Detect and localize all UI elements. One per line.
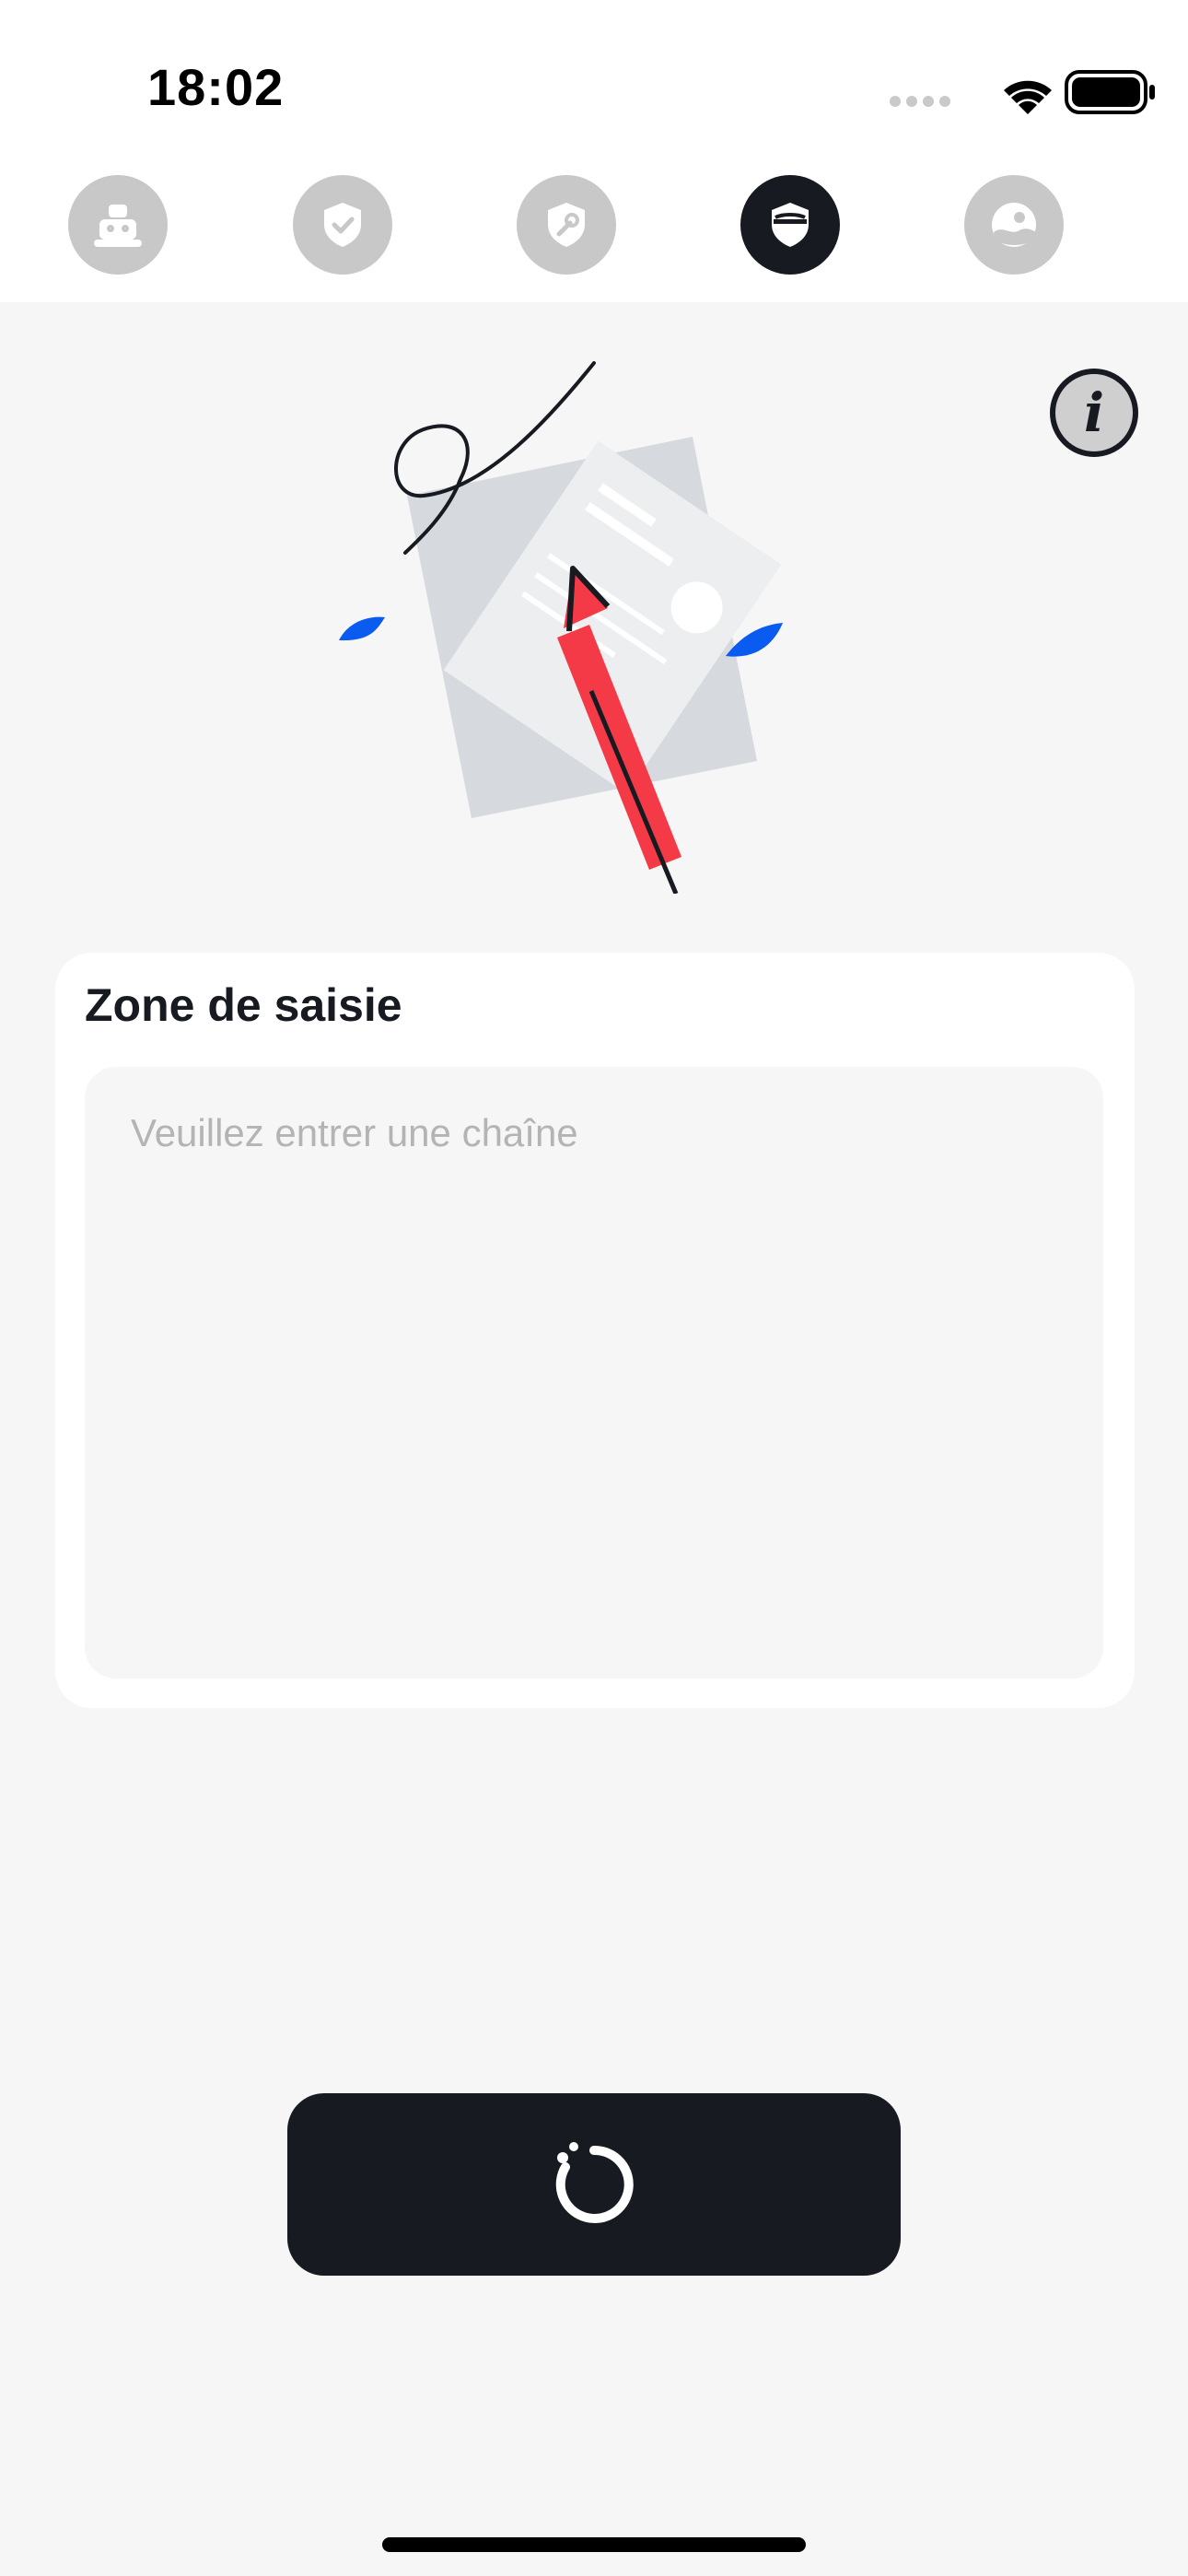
wifi-icon [1004,80,1052,114]
shield-wrench-icon [548,203,585,247]
info-icon: i [1083,381,1105,444]
leaf-left-icon [339,616,385,641]
string-input[interactable] [85,1067,1103,1679]
landscape-icon [992,203,1036,247]
shield-check-icon [324,203,361,247]
top-tab-bar [0,175,1188,276]
process-button[interactable] [287,2093,901,2276]
input-card: Zone de saisie [55,953,1135,1708]
status-bar: 18:02 [0,0,1188,175]
cellular-signal-icon [890,96,950,107]
info-button[interactable]: i [1050,369,1138,457]
robot-icon [94,205,142,247]
home-indicator [382,2537,806,2552]
tab-shield-visor[interactable] [740,175,840,275]
battery-icon [1065,70,1155,114]
input-card-title: Zone de saisie [85,979,402,1031]
tab-shield-check[interactable] [293,175,392,275]
shield-visor-icon [772,203,809,247]
header-area: 18:02 [0,0,1188,302]
loading-spinner-icon [555,2142,634,2223]
tab-landscape[interactable] [964,175,1064,275]
tab-shield-wrench[interactable] [517,175,616,275]
tab-robot[interactable] [68,175,168,275]
status-time: 18:02 [147,58,285,116]
status-icons [890,70,1155,114]
signature-illustration [339,361,783,894]
